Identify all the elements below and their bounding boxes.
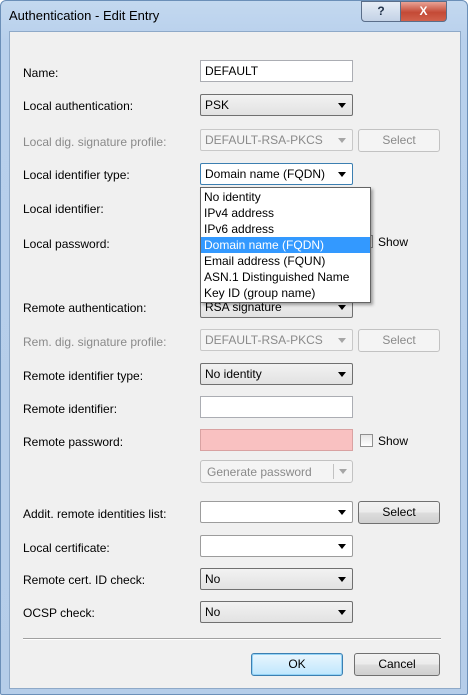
dropdown-option[interactable]: Key ID (group name) bbox=[201, 285, 370, 301]
dropdown-option[interactable]: No identity bbox=[201, 189, 370, 205]
local-sig-profile-select[interactable]: DEFAULT-RSA-PKCS bbox=[200, 129, 353, 151]
remote-cert-check-value: No bbox=[205, 572, 221, 586]
window-title: Authentication - Edit Entry bbox=[9, 8, 160, 23]
rem-sig-select-button[interactable]: Select bbox=[358, 329, 440, 352]
dropdown-option[interactable]: IPv6 address bbox=[201, 221, 370, 237]
remote-id-label: Remote identifier: bbox=[23, 402, 118, 416]
rem-sig-profile-value: DEFAULT-RSA-PKCS bbox=[205, 333, 323, 347]
ok-button[interactable]: OK bbox=[251, 653, 343, 676]
remote-id-type-label: Remote identifier type: bbox=[23, 369, 144, 383]
chevron-down-icon bbox=[338, 172, 346, 177]
generate-password-label: Generate password bbox=[207, 465, 312, 479]
local-password-label: Local password: bbox=[23, 237, 110, 251]
remote-id-input[interactable] bbox=[200, 396, 353, 418]
chevron-down-icon bbox=[338, 372, 346, 377]
local-cert-select[interactable] bbox=[200, 535, 353, 557]
local-id-type-dropdown-list: No identity IPv4 address IPv6 address Domai… bbox=[200, 187, 371, 303]
rem-sig-profile-select[interactable]: DEFAULT-RSA-PKCS bbox=[200, 329, 353, 351]
local-cert-label: Local certificate: bbox=[23, 541, 110, 555]
chevron-down-icon bbox=[339, 469, 347, 474]
remote-auth-label: Remote authentication: bbox=[23, 301, 147, 315]
dropdown-option[interactable]: Email address (FQUN) bbox=[201, 253, 370, 269]
help-icon: ? bbox=[377, 4, 385, 18]
remote-cert-check-label: Remote cert. ID check: bbox=[23, 573, 146, 587]
dialog-window: Authentication - Edit Entry ? X Name: DE… bbox=[0, 0, 468, 695]
local-password-show-label: Show bbox=[378, 235, 409, 249]
chevron-down-icon bbox=[338, 138, 346, 143]
generate-password-button[interactable]: Generate password bbox=[200, 460, 353, 483]
ocsp-check-select[interactable]: No bbox=[200, 601, 353, 623]
remote-password-input[interactable] bbox=[200, 429, 353, 451]
local-id-type-select[interactable]: Domain name (FQDN) bbox=[200, 163, 353, 185]
ocsp-check-label: OCSP check: bbox=[23, 606, 95, 620]
split-separator bbox=[333, 464, 334, 479]
addit-remote-select-button[interactable]: Select bbox=[358, 501, 440, 524]
cancel-button[interactable]: Cancel bbox=[354, 653, 440, 676]
button-separator bbox=[23, 638, 441, 640]
close-icon: X bbox=[419, 4, 428, 18]
chevron-down-icon bbox=[338, 510, 346, 515]
remote-id-type-value: No identity bbox=[205, 367, 262, 381]
ocsp-check-value: No bbox=[205, 605, 221, 619]
name-input[interactable]: DEFAULT bbox=[200, 60, 353, 82]
addit-remote-select[interactable] bbox=[200, 501, 353, 523]
chevron-down-icon bbox=[338, 338, 346, 343]
rem-sig-profile-label: Rem. dig. signature profile: bbox=[23, 335, 167, 349]
help-button[interactable]: ? bbox=[361, 1, 401, 22]
local-id-type-label: Local identifier type: bbox=[23, 168, 130, 182]
remote-password-show-label: Show bbox=[378, 434, 409, 448]
chevron-down-icon bbox=[338, 544, 346, 549]
dropdown-option[interactable]: ASN.1 Distinguished Name bbox=[201, 269, 370, 285]
addit-remote-label: Addit. remote identities list: bbox=[23, 507, 167, 521]
remote-password-label: Remote password: bbox=[23, 435, 124, 449]
local-auth-value: PSK bbox=[205, 98, 230, 112]
dropdown-option[interactable]: Domain name (FQDN) bbox=[201, 237, 370, 253]
remote-id-type-select[interactable]: No identity bbox=[200, 363, 353, 385]
chevron-down-icon bbox=[338, 305, 346, 310]
local-id-type-value: Domain name (FQDN) bbox=[205, 167, 326, 181]
name-label: Name: bbox=[23, 66, 59, 80]
local-sig-select-button[interactable]: Select bbox=[358, 129, 440, 152]
local-sig-profile-value: DEFAULT-RSA-PKCS bbox=[205, 133, 323, 147]
local-auth-label: Local authentication: bbox=[23, 99, 134, 113]
dropdown-option[interactable]: IPv4 address bbox=[201, 205, 370, 221]
chevron-down-icon bbox=[338, 610, 346, 615]
title-bar[interactable]: Authentication - Edit Entry ? X bbox=[1, 1, 467, 31]
remote-cert-check-select[interactable]: No bbox=[200, 568, 353, 590]
close-button[interactable]: X bbox=[400, 1, 447, 22]
local-id-label: Local identifier: bbox=[23, 202, 104, 216]
chevron-down-icon bbox=[338, 103, 346, 108]
remote-password-show-checkbox[interactable] bbox=[360, 434, 373, 447]
local-auth-select[interactable]: PSK bbox=[200, 94, 353, 116]
chevron-down-icon bbox=[338, 577, 346, 582]
local-sig-profile-label: Local dig. signature profile: bbox=[23, 135, 167, 149]
